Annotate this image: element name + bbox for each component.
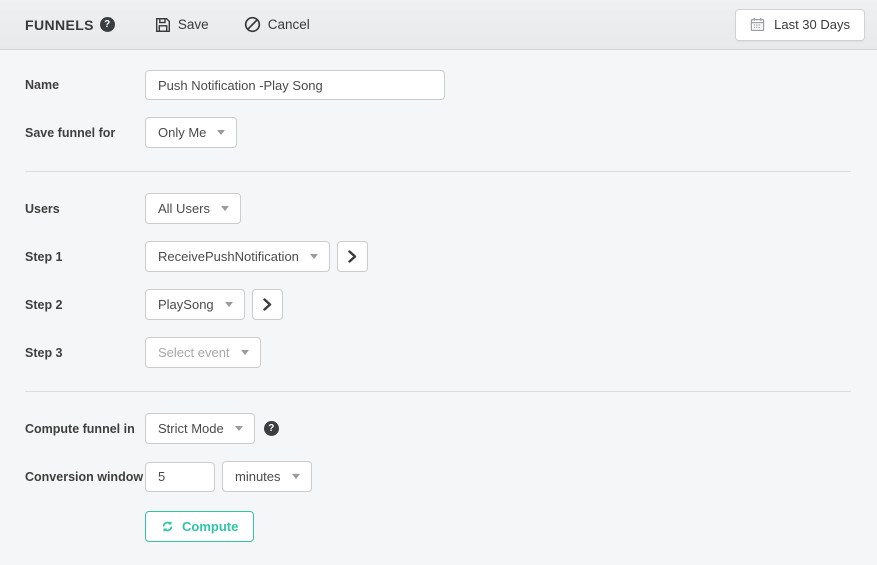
funnel-name-input[interactable] [145, 70, 445, 100]
caret-down-icon [221, 206, 229, 211]
conversion-window-row: Conversion window minutes [25, 461, 877, 492]
chevron-right-icon [263, 298, 272, 311]
caret-down-icon [292, 474, 300, 479]
step-1-expand-button[interactable] [337, 241, 368, 272]
save-funnel-for-label: Save funnel for [25, 126, 145, 140]
users-row: Users All Users [25, 193, 877, 224]
step-3-event-placeholder: Select event [158, 345, 230, 360]
step-1-row: Step 1 ReceivePushNotification [25, 241, 877, 272]
step-1-event-dropdown[interactable]: ReceivePushNotification [145, 241, 330, 272]
section-divider [25, 391, 851, 392]
topbar: FUNNELS ? Save Cancel [0, 0, 877, 50]
chevron-right-icon [348, 250, 357, 263]
save-funnel-for-value: Only Me [158, 125, 206, 140]
conversion-window-unit-value: minutes [235, 469, 281, 484]
cancel-button[interactable]: Cancel [244, 16, 310, 33]
step-2-expand-button[interactable] [252, 289, 283, 320]
users-dropdown[interactable]: All Users [145, 193, 241, 224]
caret-down-icon [241, 350, 249, 355]
step-2-event-value: PlaySong [158, 297, 214, 312]
compute-button[interactable]: Compute [145, 511, 254, 542]
compute-mode-value: Strict Mode [158, 421, 224, 436]
users-label: Users [25, 202, 145, 216]
funnel-form: Name Save funnel for Only Me Users All U… [0, 50, 877, 542]
section-divider [25, 171, 851, 172]
step-3-label: Step 3 [25, 346, 145, 360]
save-icon [155, 17, 171, 33]
step-2-label: Step 2 [25, 298, 145, 312]
funnels-help-icon[interactable]: ? [100, 17, 115, 32]
conversion-window-unit-dropdown[interactable]: minutes [222, 461, 312, 492]
caret-down-icon [217, 130, 225, 135]
caret-down-icon [310, 254, 318, 259]
name-row: Name [25, 70, 877, 100]
page-title: FUNNELS ? [25, 17, 115, 33]
caret-down-icon [225, 302, 233, 307]
caret-down-icon [235, 426, 243, 431]
step-2-event-dropdown[interactable]: PlaySong [145, 289, 245, 320]
compute-mode-help-icon[interactable]: ? [264, 421, 279, 436]
compute-mode-label: Compute funnel in [25, 422, 145, 436]
name-label: Name [25, 78, 145, 92]
compute-mode-dropdown[interactable]: Strict Mode [145, 413, 255, 444]
cancel-button-label: Cancel [268, 17, 310, 32]
compute-mode-row: Compute funnel in Strict Mode ? [25, 413, 877, 444]
conversion-window-label: Conversion window [25, 470, 145, 484]
users-value: All Users [158, 201, 210, 216]
conversion-window-input[interactable] [145, 462, 215, 492]
date-range-button[interactable]: Last 30 Days [735, 9, 865, 41]
compute-button-label: Compute [182, 519, 238, 534]
step-1-label: Step 1 [25, 250, 145, 264]
save-button[interactable]: Save [155, 17, 209, 33]
save-funnel-for-dropdown[interactable]: Only Me [145, 117, 237, 148]
page-title-text: FUNNELS [25, 17, 94, 33]
cancel-icon [244, 16, 261, 33]
save-button-label: Save [178, 17, 209, 32]
save-funnel-for-row: Save funnel for Only Me [25, 117, 877, 148]
step-2-row: Step 2 PlaySong [25, 289, 877, 320]
date-range-label: Last 30 Days [774, 17, 850, 32]
step-3-row: Step 3 Select event [25, 337, 877, 368]
calendar-icon [750, 17, 765, 32]
step-3-event-dropdown[interactable]: Select event [145, 337, 261, 368]
step-1-event-value: ReceivePushNotification [158, 249, 299, 264]
refresh-icon [161, 520, 174, 533]
